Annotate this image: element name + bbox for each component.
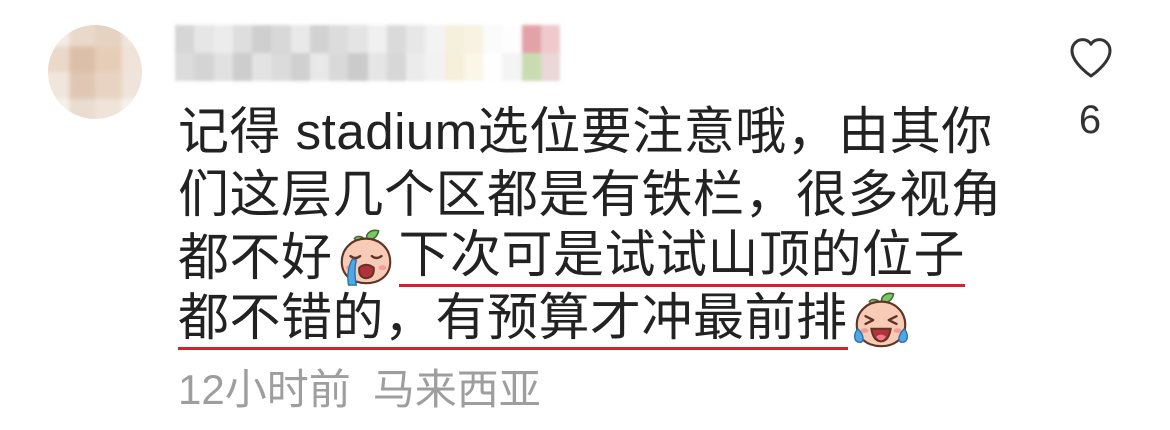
underlined-comment-text: 都不错的，有预算才冲最前排 <box>178 292 848 350</box>
username-blur-mosaic <box>175 25 560 81</box>
comment-line: 都不好 下次可是试试山顶的位子 <box>178 226 1058 289</box>
crying-face-emoji-icon <box>335 227 397 289</box>
underlined-comment-text: 下次可是试试山顶的位子 <box>398 229 966 287</box>
comment-location: 马来西亚 <box>372 365 541 413</box>
comment-body[interactable]: 记得 stadium选位要注意哦，由其你 们这层几个区都是有铁栏，很多视角 都不… <box>178 100 1058 352</box>
comment-line: 们这层几个区都是有铁栏，很多视角 <box>178 163 1058 226</box>
laughing-with-tears-emoji-icon <box>850 290 912 352</box>
comment-time: 12小时前 <box>178 365 351 413</box>
username-obscured[interactable] <box>175 25 560 81</box>
comment-text: 记得 stadium选位要注意哦，由其你 <box>178 103 993 160</box>
comment-line: 都不错的，有预算才冲最前排 <box>178 289 1058 352</box>
comment-text: 们这层几个区都是有铁栏，很多视角 <box>178 166 1003 223</box>
like-count: 6 <box>1078 98 1102 142</box>
comment-text: 都不好 <box>178 229 333 286</box>
avatar[interactable] <box>48 25 142 119</box>
comment-line: 记得 stadium选位要注意哦，由其你 <box>178 100 1058 163</box>
comment-card: 记得 stadium选位要注意哦，由其你 们这层几个区都是有铁栏，很多视角 都不… <box>0 0 1170 430</box>
comment-meta: 12小时前 马来西亚 <box>178 360 541 413</box>
like-button[interactable]: 6 <box>1046 30 1134 142</box>
heart-outline-icon[interactable] <box>1067 34 1115 80</box>
avatar-blur-mosaic <box>48 25 142 119</box>
